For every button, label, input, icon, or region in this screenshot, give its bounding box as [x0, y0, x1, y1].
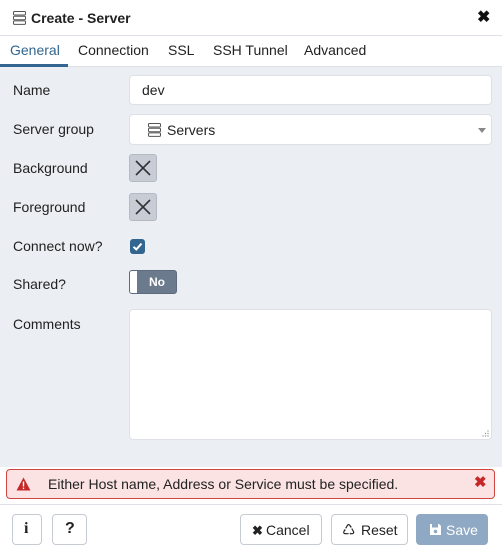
cancel-button[interactable]: ✖ Cancel [240, 514, 322, 545]
floppy-disk-icon [430, 524, 441, 535]
tab-general[interactable]: General [10, 42, 60, 58]
comments-textarea[interactable] [129, 309, 492, 440]
connect-now-label: Connect now? [13, 238, 103, 254]
info-button[interactable]: i [12, 514, 42, 545]
toggle-knob [130, 271, 137, 293]
error-message-bar: Either Host name, Address or Service mus… [6, 469, 495, 499]
recycle-icon: ♺ [342, 522, 356, 539]
save-button[interactable]: Save [416, 514, 488, 545]
cancel-label: Cancel [266, 522, 310, 538]
server-group-label: Server group [13, 121, 94, 137]
checkmark-icon [132, 242, 143, 251]
dialog-footer: i ? ✖ Cancel ♺ Reset Save [0, 504, 502, 551]
connect-now-checkbox[interactable] [130, 239, 145, 254]
reset-label: Reset [361, 522, 398, 538]
reset-button[interactable]: ♺ Reset [331, 514, 408, 545]
tab-bar: General Connection SSL SSH Tunnel Advanc… [0, 36, 502, 67]
error-message-text: Either Host name, Address or Service mus… [48, 476, 399, 492]
name-input[interactable] [129, 75, 492, 105]
save-label: Save [446, 522, 478, 538]
tab-advanced[interactable]: Advanced [304, 42, 366, 58]
x-icon [135, 160, 151, 176]
tab-connection[interactable]: Connection [78, 42, 149, 58]
dialog-header: Create - Server ✖ [0, 0, 502, 36]
dialog-title: Create - Server [31, 10, 131, 26]
comments-label: Comments [13, 316, 81, 332]
foreground-label: Foreground [13, 199, 86, 215]
help-icon: ? [65, 520, 75, 537]
tab-ssh-tunnel[interactable]: SSH Tunnel [213, 42, 288, 58]
shared-label: Shared? [13, 276, 66, 292]
x-icon [135, 199, 151, 215]
name-label: Name [13, 82, 51, 98]
warning-triangle-icon [16, 477, 31, 491]
close-icon[interactable]: ✖ [477, 9, 490, 27]
server-group-icon [148, 123, 161, 137]
general-form: Name Server group Servers Background For… [0, 67, 502, 467]
background-label: Background [13, 160, 88, 176]
resize-grip-icon[interactable] [481, 430, 489, 438]
shared-toggle-state: No [149, 275, 165, 289]
help-button[interactable]: ? [52, 514, 87, 545]
chevron-down-icon [478, 128, 486, 133]
foreground-color-picker[interactable] [129, 193, 157, 221]
tab-ssl[interactable]: SSL [168, 42, 194, 58]
background-color-picker[interactable] [129, 154, 157, 182]
server-group-select[interactable]: Servers [129, 114, 492, 145]
close-icon: ✖ [252, 523, 263, 538]
shared-toggle[interactable]: No [129, 270, 177, 294]
close-icon[interactable]: ✖ [474, 475, 487, 491]
info-icon: i [24, 520, 29, 537]
server-group-value: Servers [167, 122, 216, 138]
server-group-icon [13, 11, 26, 25]
